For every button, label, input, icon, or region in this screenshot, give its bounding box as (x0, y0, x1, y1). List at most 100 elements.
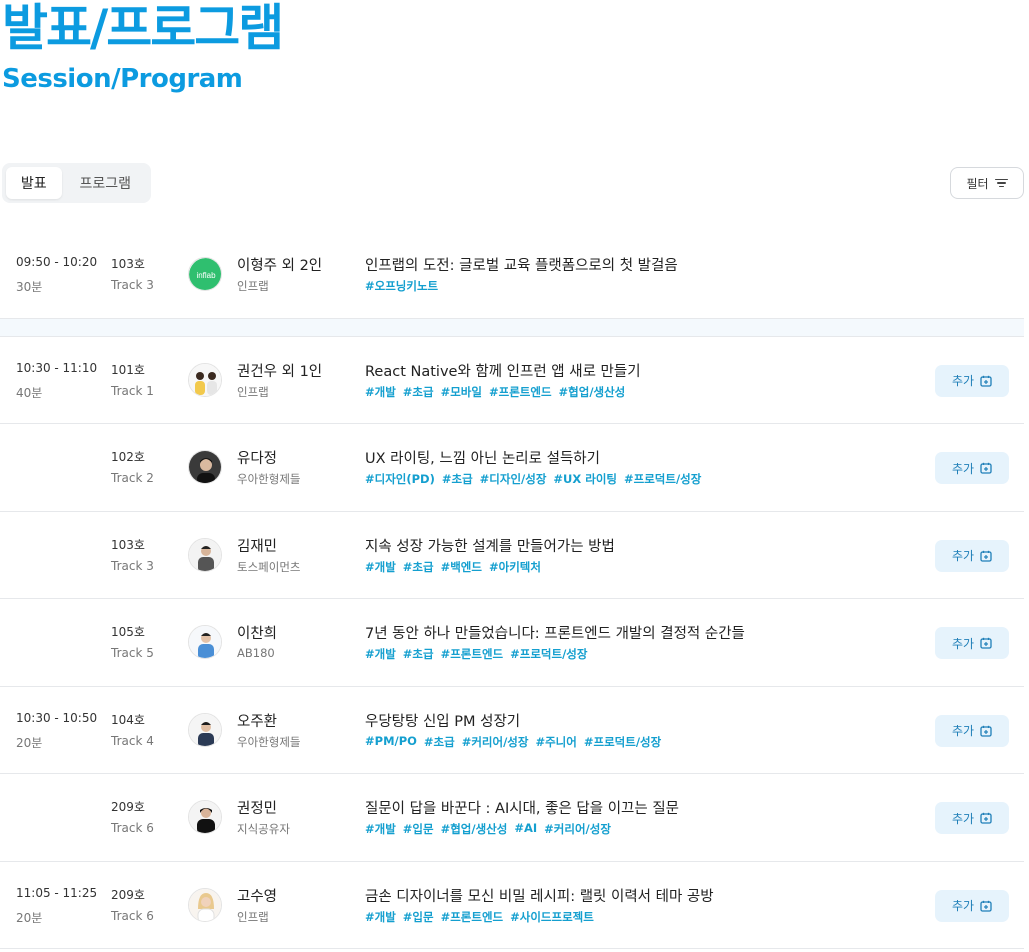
session-duration: 40분 (16, 385, 43, 400)
session-tag[interactable]: #개발 (365, 384, 396, 400)
speaker-name[interactable]: 이찬희 (237, 622, 277, 643)
speaker-name[interactable]: 고수영 (237, 885, 277, 906)
session-list: 09:50 - 10:20 30분 103호 Track 3 inflab 이형주 외 2… (0, 231, 1024, 949)
add-label: 추가 (951, 899, 975, 913)
session-room: 101호 (111, 362, 145, 377)
session-tag[interactable]: #초급 (442, 471, 473, 487)
session-tag[interactable]: #협업/생산성 (441, 821, 508, 837)
session-tag[interactable]: #UX 라이팅 (553, 471, 617, 487)
add-to-schedule-button[interactable]: 추가 (935, 539, 1009, 572)
session-tag[interactable]: #PM/PO (365, 734, 417, 750)
session-track: Track 1 (111, 383, 154, 398)
session-tag[interactable]: #사이드프로젝트 (510, 909, 594, 925)
session-tags: #디자인(PD) #초급 #디자인/성장 #UX 라이팅 #프로덕트/성장 (365, 471, 701, 487)
session-title[interactable]: 금손 디자이너를 모신 비밀 레시피: 랠릿 이력서 테마 공방 (365, 885, 714, 906)
session-tag[interactable]: #프로덕트/성장 (624, 471, 701, 487)
session-tag[interactable]: #개발 (365, 559, 396, 575)
filter-button[interactable]: 필터 (950, 167, 1024, 199)
tab-sessions[interactable]: 발표 (6, 167, 62, 199)
session-tag[interactable]: #개발 (365, 909, 396, 925)
session-title[interactable]: React Native와 함께 인프런 앱 새로 만들기 (365, 360, 641, 381)
session-tag[interactable]: #AI (514, 821, 537, 837)
add-to-schedule-button[interactable]: 추가 (935, 364, 1009, 397)
speaker-company: 지식공유자 (237, 822, 290, 836)
session-tag[interactable]: #개발 (365, 821, 396, 837)
session-title[interactable]: 인프랩의 도전: 글로벌 교육 플랫폼으로의 첫 발걸음 (365, 254, 678, 275)
filter-label: 필터 (966, 176, 989, 191)
session-row: 209호 Track 6 권정민 지식공유자 질문이 답을 바꾼다 : AI시대, 좋은… (0, 774, 1024, 862)
session-track: Track 3 (111, 558, 154, 573)
speaker-name[interactable]: 김재민 (237, 535, 277, 556)
speaker-name[interactable]: 유다정 (237, 447, 277, 468)
session-track: Track 3 (111, 278, 154, 292)
speaker-name[interactable]: 권건우 외 1인 (237, 360, 322, 381)
session-tags: #개발 #초급 #프론트엔드 #프로덕트/성장 (365, 646, 587, 662)
filter-icon (994, 178, 1008, 188)
speaker-name[interactable]: 오주환 (237, 710, 277, 731)
speaker-avatar (188, 800, 222, 834)
session-duration: 20분 (16, 735, 43, 750)
calendar-add-icon (980, 637, 992, 649)
add-to-schedule-button[interactable]: 추가 (935, 802, 1009, 834)
session-tag[interactable]: #초급 (403, 646, 434, 662)
session-tag[interactable]: #주니어 (535, 734, 576, 750)
session-tag[interactable]: #오프닝키노트 (365, 278, 438, 294)
session-track: Track 4 (111, 733, 154, 748)
session-track: Track 5 (111, 646, 154, 660)
session-tag[interactable]: #입문 (403, 821, 434, 837)
speaker-company: 토스페이먼츠 (237, 559, 301, 574)
calendar-add-icon (980, 900, 992, 912)
session-tag[interactable]: #협업/생산성 (559, 384, 626, 400)
add-to-schedule-button[interactable]: 추가 (935, 714, 1009, 747)
session-track: Track 2 (111, 471, 154, 485)
session-tag[interactable]: #초급 (403, 384, 434, 400)
calendar-add-icon (980, 812, 992, 824)
speaker-avatar (188, 537, 222, 572)
session-tags: #PM/PO #초급 #커리어/성장 #주니어 #프로덕트/성장 (365, 734, 661, 750)
session-tag[interactable]: #프론트엔드 (441, 909, 504, 925)
session-tag[interactable]: #디자인(PD) (365, 471, 435, 487)
session-tag[interactable]: #프로덕트/성장 (510, 646, 587, 662)
speaker-company: 인프랩 (237, 384, 269, 399)
session-tag[interactable]: #아키텍처 (489, 559, 541, 575)
session-tag[interactable]: #디자인/성장 (480, 471, 547, 487)
session-tag[interactable]: #백엔드 (441, 559, 482, 575)
speaker-avatar (188, 712, 222, 747)
calendar-add-icon (980, 462, 992, 474)
speaker-name[interactable]: 이형주 외 2인 (237, 254, 322, 275)
session-tag[interactable]: #모바일 (441, 384, 482, 400)
session-tag[interactable]: #입문 (403, 909, 434, 925)
session-tag[interactable]: #초급 (403, 559, 434, 575)
session-tag[interactable]: #커리어/성장 (462, 734, 529, 750)
inflab-logo-text: inflab (196, 271, 216, 280)
session-tags: #개발 #초급 #백엔드 #아키텍처 (365, 559, 541, 575)
session-tag[interactable]: #초급 (424, 734, 455, 750)
session-time: 10:30 - 11:10 (16, 360, 98, 375)
session-duration: 20분 (16, 910, 43, 925)
view-tabs: 발표 프로그램 (2, 163, 151, 203)
tab-program[interactable]: 프로그램 (64, 167, 147, 199)
session-title[interactable]: UX 라이팅, 느낌 아닌 논리로 설득하기 (365, 447, 600, 468)
speaker-name[interactable]: 권정민 (237, 797, 277, 818)
session-tag[interactable]: #프론트엔드 (441, 646, 504, 662)
page-subtitle: Session/Program (2, 64, 243, 94)
session-title[interactable]: 지속 성장 가능한 설계를 만들어가는 방법 (365, 535, 615, 556)
page-title: 발표/프로그램 (2, 0, 284, 57)
session-tag[interactable]: #프로덕트/성장 (584, 734, 661, 750)
add-to-schedule-button[interactable]: 추가 (935, 627, 1009, 659)
session-row: 102호 Track 2 유다정 우아한형제들 UX 라이팅, 느낌 아닌 논리로 설득… (0, 424, 1024, 512)
session-title[interactable]: 우당탕탕 신입 PM 성장기 (365, 710, 520, 731)
add-label: 추가 (951, 374, 975, 388)
session-title[interactable]: 질문이 답을 바꾼다 : AI시대, 좋은 답을 이끄는 질문 (365, 797, 679, 818)
session-title[interactable]: 7년 동안 하나 만들었습니다: 프론트엔드 개발의 결정적 순간들 (365, 622, 745, 643)
session-row: 11:05 - 11:25 20분 209호 Track 6 고수영 인프랩 금손 디자이너… (0, 862, 1024, 949)
speaker-company: 인프랩 (237, 279, 269, 293)
session-tag[interactable]: #프론트엔드 (489, 384, 552, 400)
add-to-schedule-button[interactable]: 추가 (935, 889, 1009, 922)
add-label: 추가 (951, 549, 975, 563)
speaker-company: 우아한형제들 (237, 472, 301, 486)
session-tag[interactable]: #개발 (365, 646, 396, 662)
session-tag[interactable]: #커리어/성장 (544, 821, 611, 837)
add-to-schedule-button[interactable]: 추가 (935, 452, 1009, 484)
session-room: 209호 (111, 887, 145, 902)
